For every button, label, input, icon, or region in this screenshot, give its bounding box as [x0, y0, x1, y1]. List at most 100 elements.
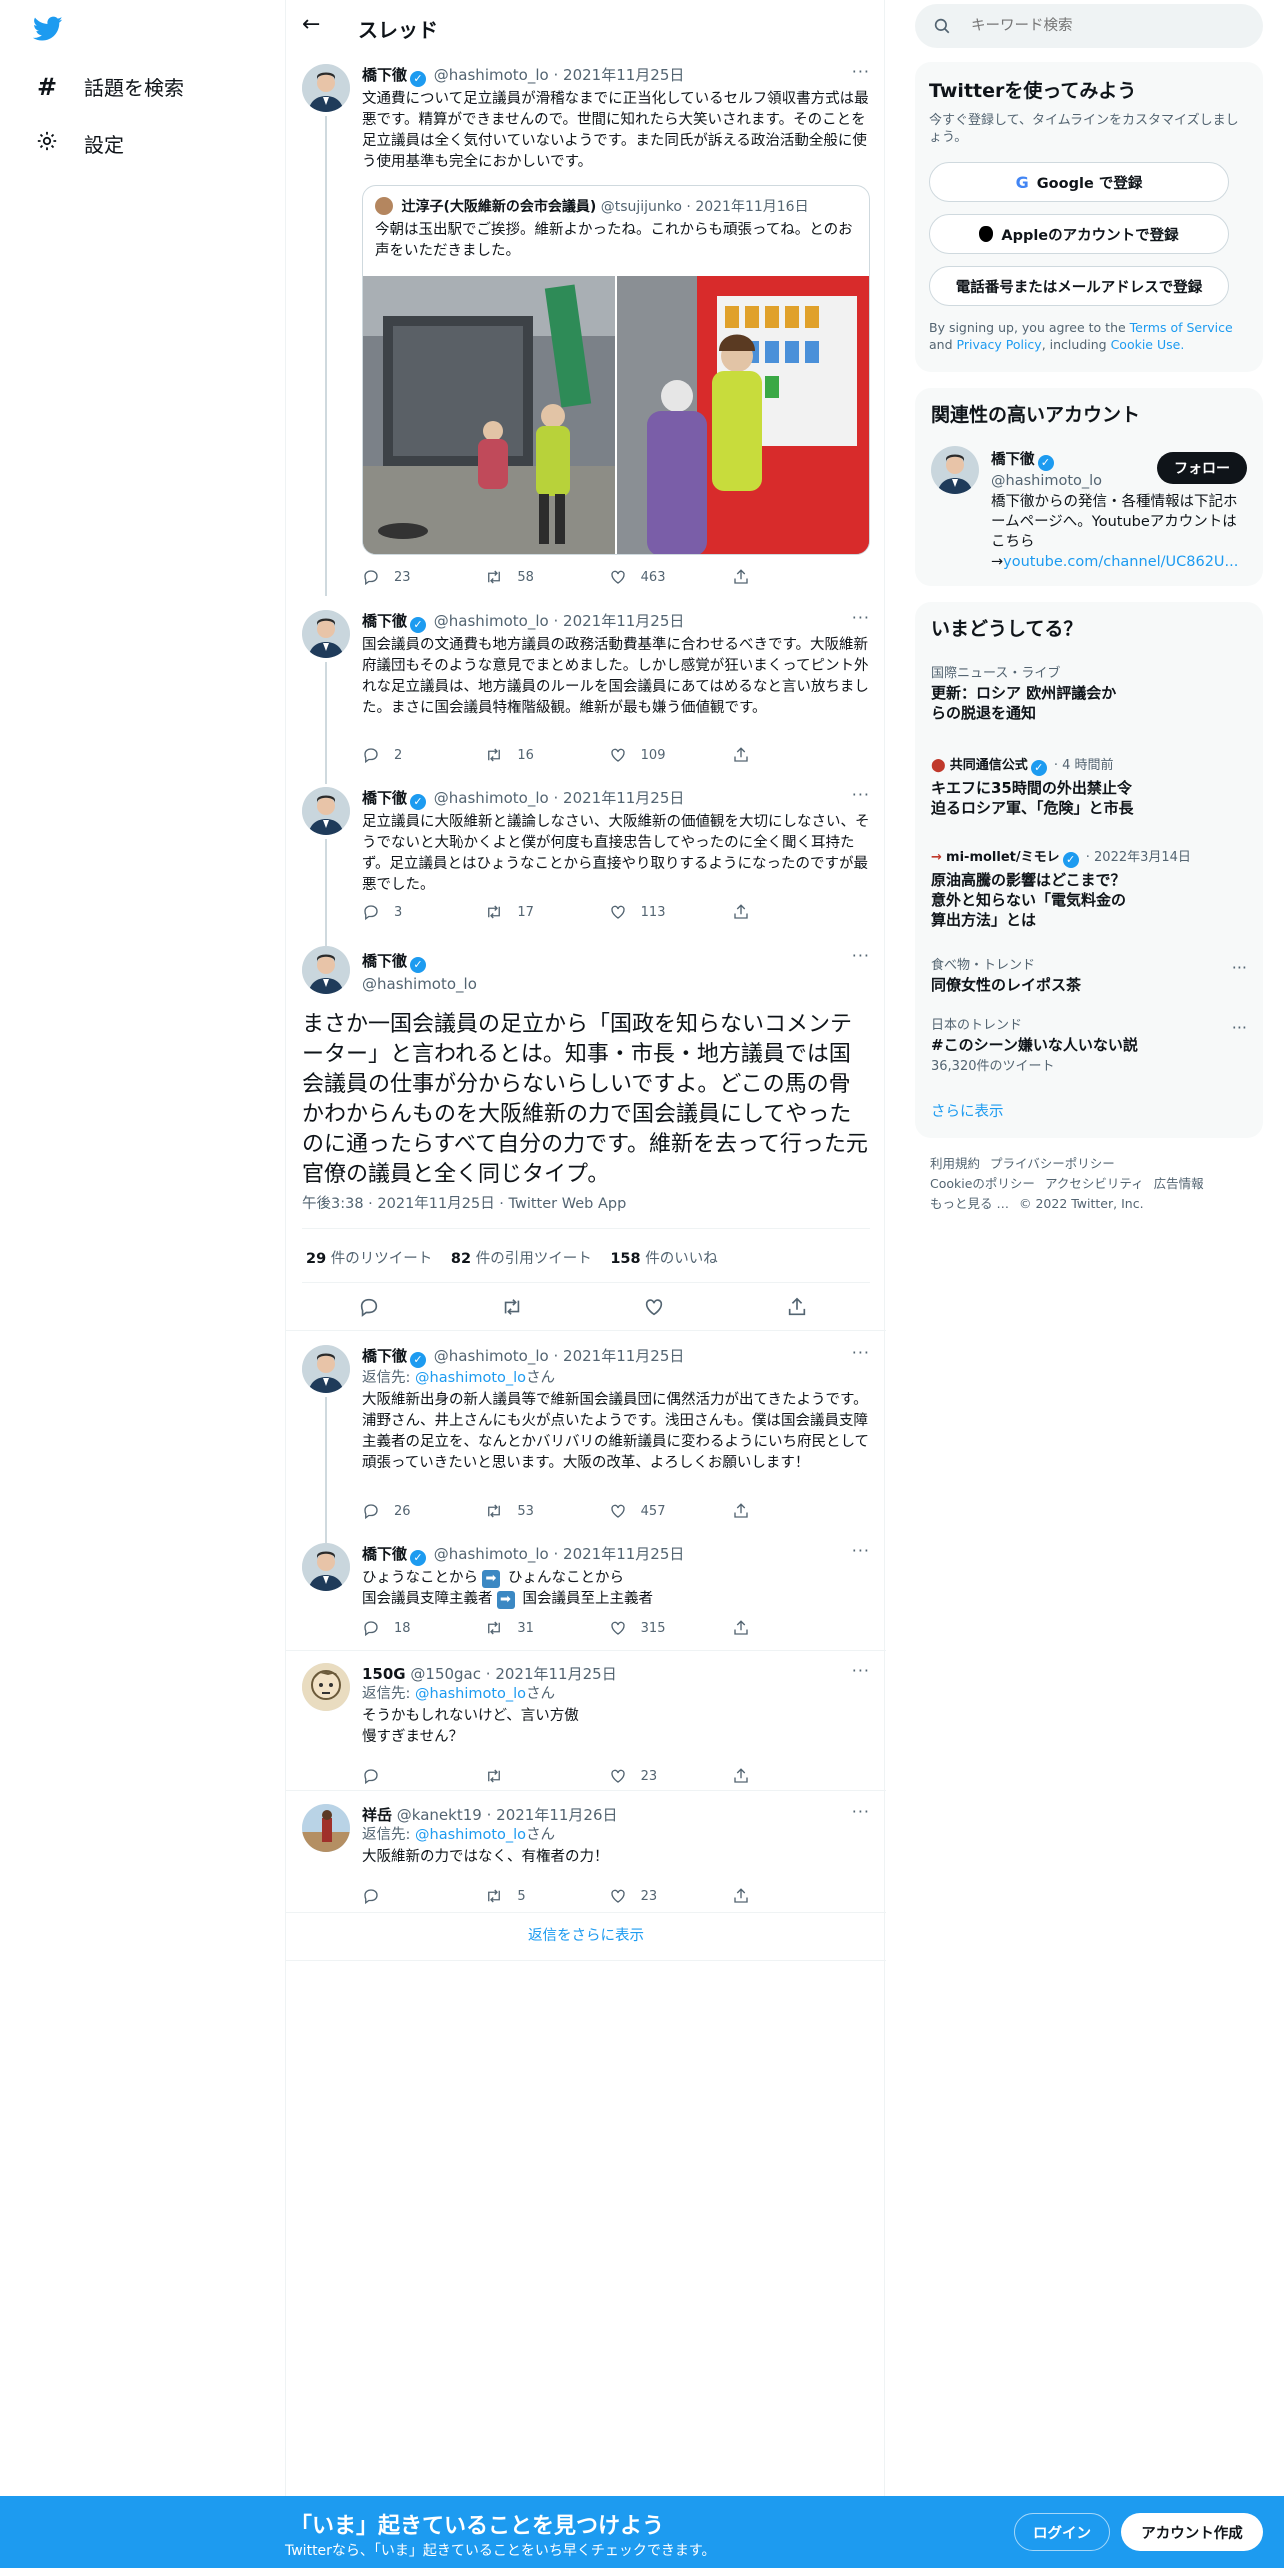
avatar[interactable]: [302, 64, 350, 112]
reply-button[interactable]: 3: [362, 903, 422, 921]
author-handle[interactable]: @hashimoto_lo: [362, 975, 477, 993]
avatar[interactable]: [302, 1804, 350, 1852]
avatar[interactable]: [302, 787, 350, 835]
avatar[interactable]: [302, 946, 350, 994]
author-handle[interactable]: @150gac: [410, 1665, 481, 1683]
retweet-icon[interactable]: [501, 1296, 523, 1318]
reply-button[interactable]: [362, 1887, 422, 1905]
trend-item[interactable]: ⬤ 共同通信公式 ✓ · 4 時間前 キエフに35時間の外出禁止令 迫るロシア軍、…: [931, 754, 1247, 818]
reply-tweet[interactable]: 祥岳 @kanekt19 · 2021年11月26日 ··· 返信先: @has…: [302, 1802, 870, 1905]
share-button[interactable]: [732, 568, 792, 586]
apple-signup-button[interactable]: Appleのアカウントで登録: [929, 214, 1229, 254]
more-options-icon[interactable]: ···: [852, 1343, 870, 1362]
author-handle[interactable]: @hashimoto_lo: [434, 1545, 549, 1563]
reply-tweet[interactable]: 橋下徹 ✓ @hashimoto_lo · 2021年11月25日 ··· ひょう…: [302, 1541, 870, 1643]
related-avatar[interactable]: [931, 446, 979, 494]
footer-terms[interactable]: 利用規約: [930, 1156, 980, 1171]
share-button[interactable]: [732, 903, 792, 921]
trend-item[interactable]: 食べ物・トレンド 同僚女性のレイポス茶 ···: [931, 954, 1247, 995]
retweet-button[interactable]: 17: [485, 903, 545, 921]
footer-accessibility[interactable]: アクセシビリティ: [1045, 1176, 1144, 1191]
quote-photo-right[interactable]: [617, 276, 869, 554]
like-button[interactable]: 109: [609, 746, 669, 764]
likes-stat[interactable]: 158 件のいいね: [610, 1251, 717, 1267]
google-signup-button[interactable]: G Google で登録: [929, 162, 1229, 202]
like-button[interactable]: 23: [609, 1767, 669, 1785]
tweet-date[interactable]: 2021年11月25日: [563, 612, 684, 630]
retweet-button[interactable]: 31: [485, 1619, 545, 1637]
create-account-button[interactable]: アカウント作成: [1121, 2513, 1263, 2551]
share-button[interactable]: [732, 1767, 792, 1785]
author-name[interactable]: 橋下徹: [362, 789, 407, 807]
avatar[interactable]: [302, 1345, 350, 1393]
more-options-icon[interactable]: ···: [1232, 958, 1247, 977]
terms-link[interactable]: Terms of Service: [1130, 320, 1233, 335]
retweet-button[interactable]: 53: [485, 1502, 545, 1520]
follow-button[interactable]: フォロー: [1157, 452, 1247, 484]
footer-privacy[interactable]: プライバシーポリシー: [990, 1156, 1115, 1171]
trends-show-more[interactable]: さらに表示: [931, 1100, 1004, 1121]
tweet-date[interactable]: 2021年11月25日: [563, 1545, 684, 1563]
nav-settings[interactable]: 設定: [36, 129, 124, 158]
quote-tweet[interactable]: 辻淳子(大阪維新の会市会議員) @tsujijunko · 2021年11月16…: [362, 185, 870, 555]
trend-item[interactable]: 国際ニュース・ライブ 更新：ロシア 欧州評議会からの脱退を通知: [931, 662, 1247, 723]
author-name[interactable]: 橋下徹: [362, 1347, 407, 1365]
share-button[interactable]: [732, 1619, 792, 1637]
retweet-button[interactable]: 16: [485, 746, 545, 764]
trend-item[interactable]: 日本のトレンド #このシーン嫌いな人いない説 36,320件のツイート ···: [931, 1014, 1247, 1074]
like-button[interactable]: 315: [609, 1619, 669, 1637]
avatar[interactable]: [302, 610, 350, 658]
author-name[interactable]: 150G: [362, 1665, 406, 1683]
related-handle[interactable]: @hashimoto_lo: [991, 473, 1102, 489]
reply-button[interactable]: 23: [362, 568, 422, 586]
author-handle[interactable]: @hashimoto_lo: [434, 612, 549, 630]
tweet-date[interactable]: 2021年11月25日: [495, 1665, 616, 1683]
privacy-link[interactable]: Privacy Policy: [957, 337, 1042, 352]
author-handle[interactable]: @hashimoto_lo: [434, 1347, 549, 1365]
like-button[interactable]: 113: [609, 903, 669, 921]
share-button[interactable]: [732, 746, 792, 764]
author-handle[interactable]: @kanekt19: [397, 1806, 482, 1824]
author-name[interactable]: 祥岳: [362, 1806, 392, 1824]
retweet-button[interactable]: 5: [485, 1887, 545, 1905]
tweet[interactable]: 橋下徹 ✓ @hashimoto_lo · 2021年11月25日 ··· 文通費…: [302, 62, 870, 594]
retweet-button[interactable]: 58: [485, 568, 545, 586]
quote-photo-left[interactable]: [363, 276, 615, 554]
search-input[interactable]: [971, 14, 1241, 38]
author-name[interactable]: 橋下徹: [362, 66, 407, 84]
avatar[interactable]: [302, 1543, 350, 1591]
tweet-date[interactable]: 2021年11月25日: [563, 1347, 684, 1365]
author-handle[interactable]: @hashimoto_lo: [434, 789, 549, 807]
more-options-icon[interactable]: ···: [852, 785, 870, 804]
trend-item[interactable]: → mi-mollet/ミモレ ✓ · 2022年3月14日 原油高騰の影響はどこ…: [931, 846, 1247, 930]
reply-to-handle[interactable]: @hashimoto_lo: [415, 1827, 526, 1843]
cookie-link[interactable]: Cookie Use.: [1111, 337, 1185, 352]
login-button[interactable]: ログイン: [1014, 2513, 1110, 2551]
reply-button[interactable]: 2: [362, 746, 422, 764]
reply-to-handle[interactable]: @hashimoto_lo: [415, 1370, 526, 1386]
quotes-stat[interactable]: 82 件の引用ツイート: [451, 1251, 592, 1267]
like-button[interactable]: 23: [609, 1887, 669, 1905]
tweet-date[interactable]: 2021年11月25日: [563, 789, 684, 807]
reply-button[interactable]: 26: [362, 1502, 422, 1520]
reply-button[interactable]: 18: [362, 1619, 422, 1637]
show-more-replies-link[interactable]: 返信をさらに表示: [286, 1924, 886, 1945]
reply-icon[interactable]: [358, 1296, 380, 1318]
retweets-stat[interactable]: 29 件のリツイート: [306, 1251, 432, 1267]
more-options-icon[interactable]: ···: [852, 1541, 870, 1560]
related-name[interactable]: 橋下徹: [991, 452, 1035, 468]
more-options-icon[interactable]: ···: [852, 1661, 870, 1680]
author-name[interactable]: 橋下徹: [362, 1545, 407, 1563]
footer-cookie[interactable]: Cookieのポリシー: [930, 1176, 1035, 1191]
phone-signup-button[interactable]: 電話番号またはメールアドレスで登録: [929, 266, 1229, 306]
reply-to-handle[interactable]: @hashimoto_lo: [415, 1686, 526, 1702]
more-options-icon[interactable]: ···: [852, 608, 870, 627]
author-handle[interactable]: @hashimoto_lo: [434, 66, 549, 84]
heart-icon[interactable]: [643, 1296, 665, 1318]
retweet-button[interactable]: [485, 1767, 545, 1785]
share-button[interactable]: [732, 1502, 792, 1520]
reply-tweet[interactable]: 150G @150gac · 2021年11月25日 ··· 返信先: @has…: [302, 1661, 870, 1788]
tweet-date[interactable]: 2021年11月26日: [496, 1806, 617, 1824]
like-button[interactable]: 457: [609, 1502, 669, 1520]
more-options-icon[interactable]: ···: [852, 62, 870, 81]
